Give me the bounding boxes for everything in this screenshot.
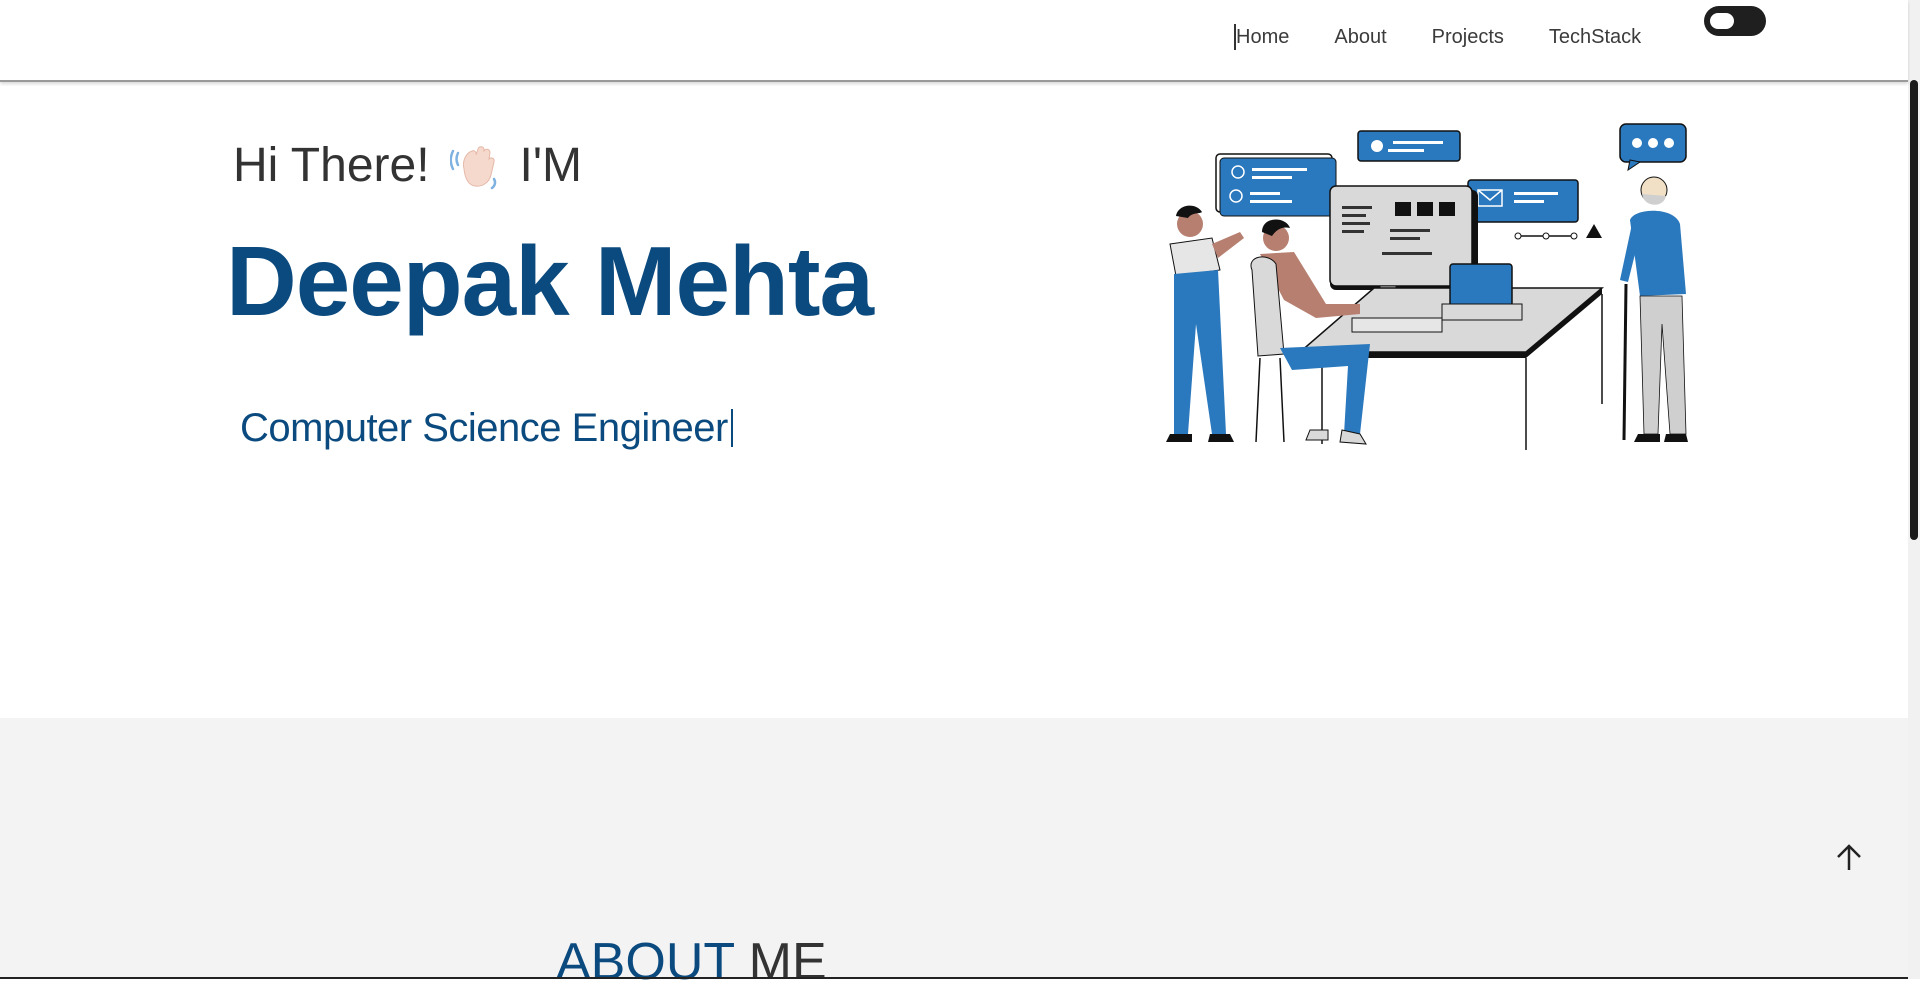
greeting: Hi There! I'M	[233, 138, 582, 193]
developers-illustration	[1130, 104, 1710, 452]
typed-role: Computer Science Engineer	[240, 406, 733, 451]
nav-projects[interactable]: Projects	[1432, 24, 1504, 50]
typing-cursor	[730, 409, 733, 447]
back-to-top-button[interactable]	[1830, 838, 1868, 876]
panel-mail	[1467, 179, 1579, 223]
arrow-up-icon	[1837, 844, 1861, 870]
nav-techstack[interactable]: TechStack	[1549, 24, 1641, 50]
connector-alert	[1514, 224, 1602, 240]
waving-hand-icon	[449, 139, 504, 193]
nav-home[interactable]: Home	[1234, 24, 1289, 50]
person-right	[1619, 123, 1688, 442]
scroll-thumb[interactable]	[1910, 80, 1918, 540]
about-title: ABOUT ME	[556, 932, 827, 992]
theme-toggle[interactable]	[1704, 6, 1766, 36]
nav-links: Home About Projects TechStack	[1234, 24, 1686, 50]
panel-left	[1215, 153, 1337, 217]
hero-name: Deepak Mehta	[226, 226, 874, 336]
navbar: Home About Projects TechStack	[0, 0, 1908, 82]
greeting-prefix: Hi There!	[233, 139, 430, 192]
toggle-knob	[1710, 13, 1734, 29]
hero-section: Hi There! I'M Deepak Mehta Computer Scie…	[0, 82, 1908, 718]
typed-role-text: Computer Science Engineer	[240, 406, 728, 450]
about-title-rest: ME	[748, 933, 827, 991]
person-left	[1166, 205, 1244, 442]
about-title-accent: ABOUT	[556, 933, 735, 991]
about-section: ABOUT ME	[0, 718, 1908, 991]
greeting-suffix: I'M	[519, 139, 583, 192]
nav-about[interactable]: About	[1334, 24, 1386, 50]
panel-top	[1357, 130, 1461, 162]
scrollbar[interactable]	[1908, 0, 1920, 979]
